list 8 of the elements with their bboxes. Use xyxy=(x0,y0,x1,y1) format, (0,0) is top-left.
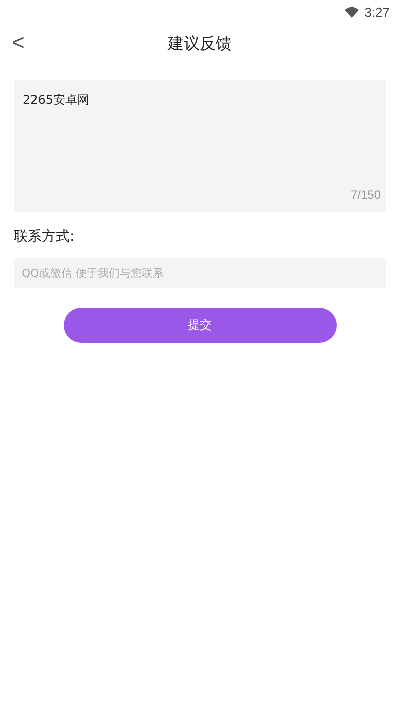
submit-button[interactable]: 提交 xyxy=(64,308,336,343)
page-title: 建议反馈 xyxy=(168,34,232,54)
wifi-icon xyxy=(344,6,359,18)
character-counter: 7/150 xyxy=(350,188,381,202)
contact-field[interactable]: QQ或微信 便于我们与您联系 xyxy=(14,258,386,288)
status-time: 3:27 xyxy=(364,4,390,20)
contact-label: 联系方式: xyxy=(14,228,76,246)
back-button[interactable]: < xyxy=(8,30,29,56)
